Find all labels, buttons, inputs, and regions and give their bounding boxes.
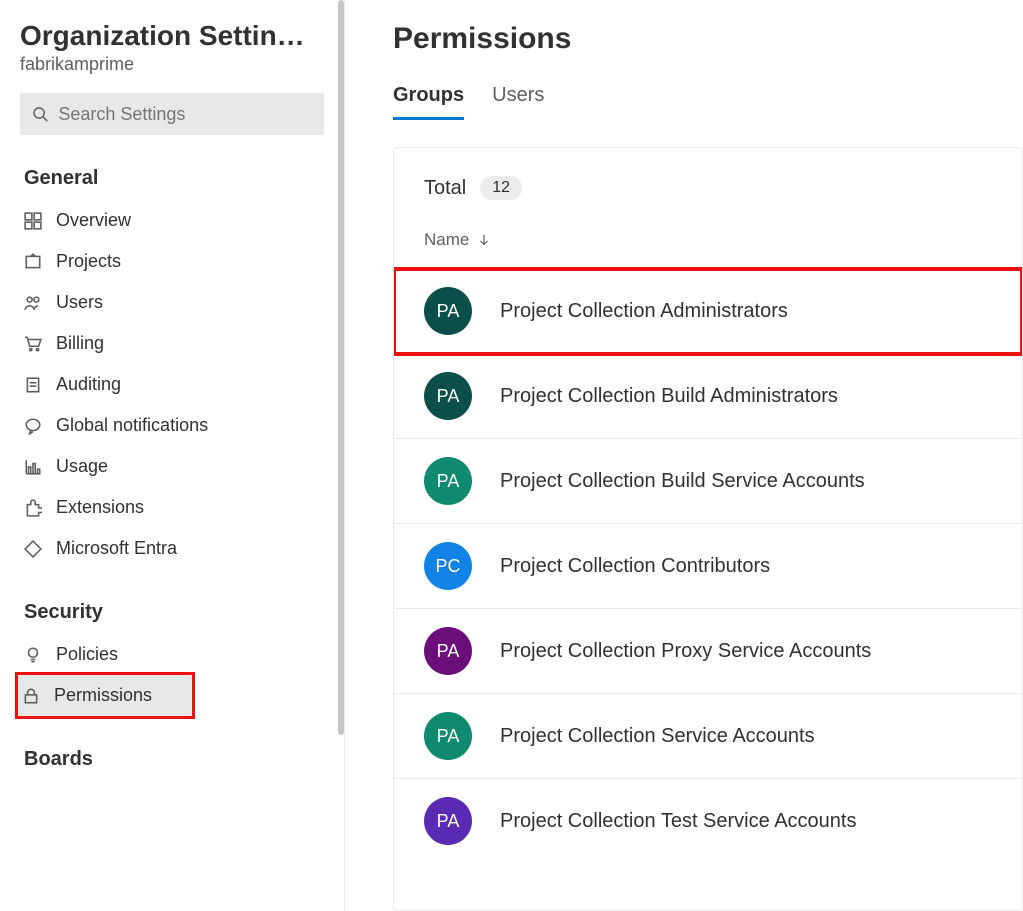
total-label: Total [424, 177, 466, 200]
bell-icon [24, 417, 42, 435]
sidebar-item-label: Policies [56, 644, 118, 665]
group-name: Project Collection Administrators [500, 300, 788, 323]
sidebar-item-policies[interactable]: Policies [20, 634, 324, 675]
sidebar-item-label: Microsoft Entra [56, 538, 177, 559]
group-row[interactable]: PA Project Collection Test Service Accoun… [394, 779, 1022, 863]
group-avatar: PA [424, 797, 472, 845]
sidebar-item-label: Users [56, 292, 103, 313]
sidebar-item-auditing[interactable]: Auditing [20, 364, 324, 405]
sidebar-item-label: Overview [56, 210, 131, 231]
sidebar-item-label: Permissions [54, 685, 152, 706]
sidebar-item-extensions[interactable]: Extensions [20, 487, 324, 528]
total-count-badge: 12 [480, 176, 522, 200]
group-row[interactable]: PA Project Collection Build Service Accou… [394, 439, 1022, 524]
section-general-header: General [20, 167, 324, 190]
sidebar-item-projects[interactable]: Projects [20, 241, 324, 282]
group-name: Project Collection Service Accounts [500, 725, 815, 748]
org-settings-title: Organization Settin… [20, 20, 324, 52]
sidebar-item-permissions[interactable]: Permissions [18, 675, 192, 716]
group-avatar: PA [424, 372, 472, 420]
projects-icon [24, 253, 42, 271]
group-row[interactable]: PC Project Collection Contributors [394, 524, 1022, 609]
sidebar: Organization Settin… fabrikamprime Gener… [0, 0, 345, 911]
groups-card: Total 12 Name PA Project Collection Admin… [393, 147, 1023, 911]
grid-icon [24, 212, 42, 230]
app-layout: Organization Settin… fabrikamprime Gener… [0, 0, 1023, 911]
search-icon [32, 105, 48, 123]
chart-icon [24, 458, 42, 476]
sidebar-scrollbar-thumb[interactable] [338, 0, 344, 735]
sort-down-icon [477, 233, 491, 247]
sidebar-item-usage[interactable]: Usage [20, 446, 324, 487]
cart-icon [24, 335, 42, 353]
group-avatar: PC [424, 542, 472, 590]
sidebar-item-users[interactable]: Users [20, 282, 324, 323]
group-name: Project Collection Build Service Account… [500, 470, 865, 493]
section-security-header: Security [20, 601, 324, 624]
group-name: Project Collection Build Administrators [500, 385, 838, 408]
sidebar-item-label: Global notifications [56, 415, 208, 436]
org-name-subtitle: fabrikamprime [20, 54, 324, 75]
sidebar-item-label: Billing [56, 333, 104, 354]
group-name: Project Collection Test Service Accounts [500, 810, 856, 833]
sidebar-item-global-notifications[interactable]: Global notifications [20, 405, 324, 446]
sidebar-item-label: Auditing [56, 374, 121, 395]
users-icon [24, 294, 42, 312]
group-row[interactable]: PA Project Collection Administrators [394, 269, 1022, 354]
main-content: Permissions Groups Users Total 12 Name P… [345, 0, 1023, 911]
bulb-icon [24, 646, 42, 664]
search-settings-input[interactable] [58, 104, 312, 125]
puzzle-icon [24, 499, 42, 517]
group-name: Project Collection Contributors [500, 555, 770, 578]
sidebar-item-label: Projects [56, 251, 121, 272]
sidebar-item-microsoft-entra[interactable]: Microsoft Entra [20, 528, 324, 569]
group-row[interactable]: PA Project Collection Proxy Service Accou… [394, 609, 1022, 694]
search-settings-box[interactable] [20, 93, 324, 135]
group-row[interactable]: PA Project Collection Build Administrator… [394, 354, 1022, 439]
group-avatar: PA [424, 712, 472, 760]
group-row[interactable]: PA Project Collection Service Accounts [394, 694, 1022, 779]
section-boards-header: Boards [20, 748, 324, 771]
sidebar-item-overview[interactable]: Overview [20, 200, 324, 241]
group-avatar: PA [424, 287, 472, 335]
entra-icon [24, 540, 42, 558]
groups-list: PA Project Collection Administrators PA Pro… [394, 268, 1022, 863]
sidebar-item-billing[interactable]: Billing [20, 323, 324, 364]
tab-users[interactable]: Users [492, 84, 544, 120]
group-name: Project Collection Proxy Service Account… [500, 640, 871, 663]
lock-icon [22, 687, 40, 705]
sidebar-item-label: Extensions [56, 497, 144, 518]
sidebar-item-label: Usage [56, 456, 108, 477]
tab-groups[interactable]: Groups [393, 84, 464, 120]
group-avatar: PA [424, 457, 472, 505]
page-title: Permissions [393, 22, 1023, 56]
column-header-name[interactable]: Name [424, 230, 992, 250]
column-header-label: Name [424, 230, 469, 250]
clipboard-icon [24, 376, 42, 394]
tabs: Groups Users [393, 84, 1023, 121]
group-avatar: PA [424, 627, 472, 675]
